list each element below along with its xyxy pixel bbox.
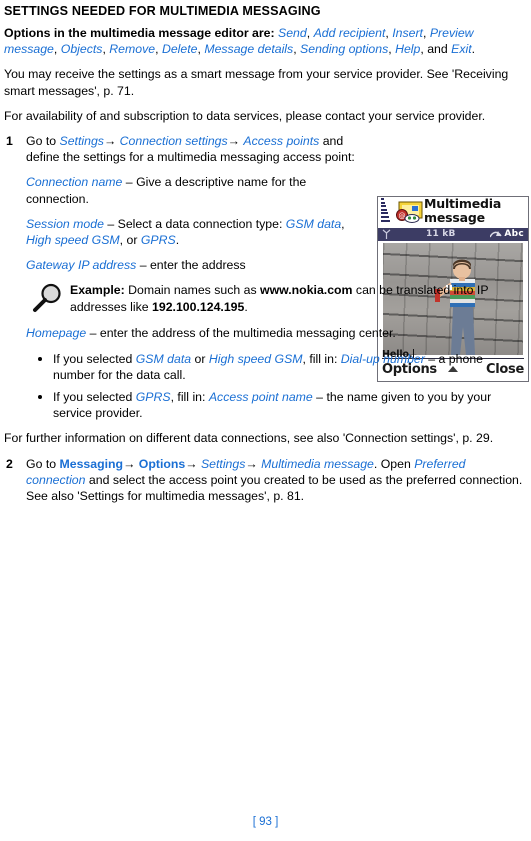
field-session-mode-label: Session mode — [26, 216, 104, 231]
field-connection-name-label: Connection name — [26, 175, 123, 190]
sep: , — [155, 42, 162, 57]
bullet-gsm-text-3: , fill in: — [302, 351, 341, 366]
path-messaging: Messaging — [59, 456, 124, 471]
bullet-gprs-text-2: , fill in: — [170, 390, 209, 405]
step-2-tail: and select the access point you created … — [26, 472, 523, 504]
bullet-gsm-link-1: GSM data — [135, 351, 192, 366]
step-2-number: 2 — [6, 456, 13, 471]
bullet-gprs-text-1: If you selected — [53, 390, 136, 405]
sep: , — [306, 26, 314, 40]
example-label: Example: — [70, 283, 125, 298]
dash: – — [86, 326, 100, 341]
sep: , — [53, 42, 61, 57]
field-gateway-ip-label: Gateway IP address — [26, 258, 137, 273]
step-2-after-path: . Open — [373, 456, 415, 471]
option-send: Send — [278, 26, 307, 40]
bullet-gsm-text-1: If you selected — [53, 351, 136, 366]
editor-options-paragraph: Options in the multimedia message editor… — [4, 25, 525, 57]
field-session-mode: Session mode – Select a data connection … — [26, 216, 356, 248]
dash: – — [122, 175, 137, 190]
session-mode-gsm-data: GSM data — [285, 216, 342, 231]
option-remove: Remove — [109, 42, 156, 57]
session-mode-high-speed-gsm: High speed GSM — [26, 233, 120, 248]
path-access-points: Access points — [243, 134, 320, 149]
page-title: SETTINGS NEEDED FOR MULTIMEDIA MESSAGING — [4, 4, 321, 18]
field-gateway-ip-desc: enter the address — [149, 258, 246, 273]
option-sending-options: Sending options — [300, 42, 389, 57]
option-delete: Delete — [161, 42, 198, 57]
field-homepage-desc: enter the address of the multimedia mess… — [99, 326, 396, 341]
field-session-mode-desc: Select a data connection type: — [117, 216, 286, 231]
page-footer: [ 93 ] — [252, 816, 279, 828]
smart-message-paragraph: You may receive the settings as a smart … — [4, 67, 509, 98]
arrow-2: → — [227, 134, 240, 149]
period: . — [175, 233, 180, 248]
path-options: Options — [138, 456, 186, 471]
sep: , — [293, 42, 301, 57]
further-info-paragraph: For further information on different dat… — [4, 431, 494, 446]
step-1-body: Go to Settings→ Connection settings→ Acc… — [26, 133, 525, 421]
connection-type-bullets: If you selected GSM data or High speed G… — [26, 351, 525, 422]
goto-label-2: Go to — [26, 456, 60, 471]
option-exit: Exit — [451, 42, 472, 57]
option-help: Help — [395, 42, 421, 57]
bullet-gsm: If you selected GSM data or High speed G… — [26, 351, 525, 383]
dash: – — [136, 258, 150, 273]
session-mode-gprs: GPRS — [140, 233, 176, 248]
path-settings: Settings — [59, 134, 104, 149]
bullet-gsm-link-3: Dial-up number — [340, 351, 425, 366]
example-text-1: Domain names such as — [124, 283, 261, 298]
sep: , — [341, 216, 345, 231]
example-note: Example: Domain names such as www.nokia.… — [26, 282, 525, 316]
field-connection-name: Connection name – Give a descriptive nam… — [26, 174, 356, 206]
example-text-3: . — [244, 299, 248, 314]
sep-end: . — [471, 42, 476, 57]
option-add-recipient: Add recipient — [313, 26, 386, 40]
editor-options-lead: Options in the multimedia message editor… — [4, 26, 275, 40]
goto-label: Go to — [26, 134, 60, 149]
arrow-1: → — [103, 134, 117, 149]
step-2-paragraph: Go to Messaging→ Options→ Settings→ Mult… — [26, 456, 525, 505]
bullet-gsm-link-2: High speed GSM — [208, 351, 303, 366]
step-2-body: Go to Messaging→ Options→ Settings→ Mult… — [26, 456, 525, 505]
path-settings-2: Settings — [200, 456, 246, 471]
sep-and: , and — [420, 42, 452, 57]
example-domain: www.nokia.com — [260, 283, 353, 298]
field-homepage-label: Homepage — [26, 326, 87, 341]
option-insert: Insert — [392, 26, 423, 40]
arrow-2: → — [185, 456, 198, 471]
sep: , — [422, 26, 430, 40]
option-message-details: Message details — [204, 42, 294, 57]
bullet-dot-icon — [38, 356, 42, 361]
bullet-gprs-link-1: GPRS — [135, 390, 171, 405]
availability-paragraph: For availability of and subscription to … — [4, 108, 486, 123]
step-1-path-paragraph: Go to Settings→ Connection settings→ Acc… — [26, 133, 356, 165]
bullet-gprs: If you selected GPRS, fill in: Access po… — [26, 389, 525, 421]
bullet-dot-icon — [38, 395, 42, 400]
step-2: 2 Go to Messaging→ Options→ Settings→ Mu… — [4, 456, 525, 505]
path-connection-settings: Connection settings — [119, 134, 228, 149]
arrow-1: → — [123, 456, 136, 471]
example-note-text: Example: Domain names such as www.nokia.… — [70, 282, 525, 314]
step-1: 1 Go to Settings→ Connection settings→ A… — [4, 133, 525, 421]
example-ip: 192.100.124.195 — [152, 299, 245, 314]
dash: – — [103, 216, 118, 231]
path-multimedia-message: Multimedia message — [261, 456, 374, 471]
field-gateway-ip: Gateway IP address – enter the address — [26, 257, 356, 273]
manual-page: SETTINGS NEEDED FOR MULTIMEDIA MESSAGING… — [0, 0, 531, 841]
field-homepage: Homepage – enter the address of the mult… — [26, 325, 525, 341]
option-objects: Objects — [60, 42, 103, 57]
magnifier-icon — [33, 284, 61, 313]
sep-or: , or — [119, 233, 141, 248]
bullet-gprs-link-2: Access point name — [208, 390, 313, 405]
step-1-number: 1 — [6, 134, 13, 149]
bullet-gsm-text-2: or — [191, 351, 209, 366]
arrow-3: → — [245, 456, 258, 471]
